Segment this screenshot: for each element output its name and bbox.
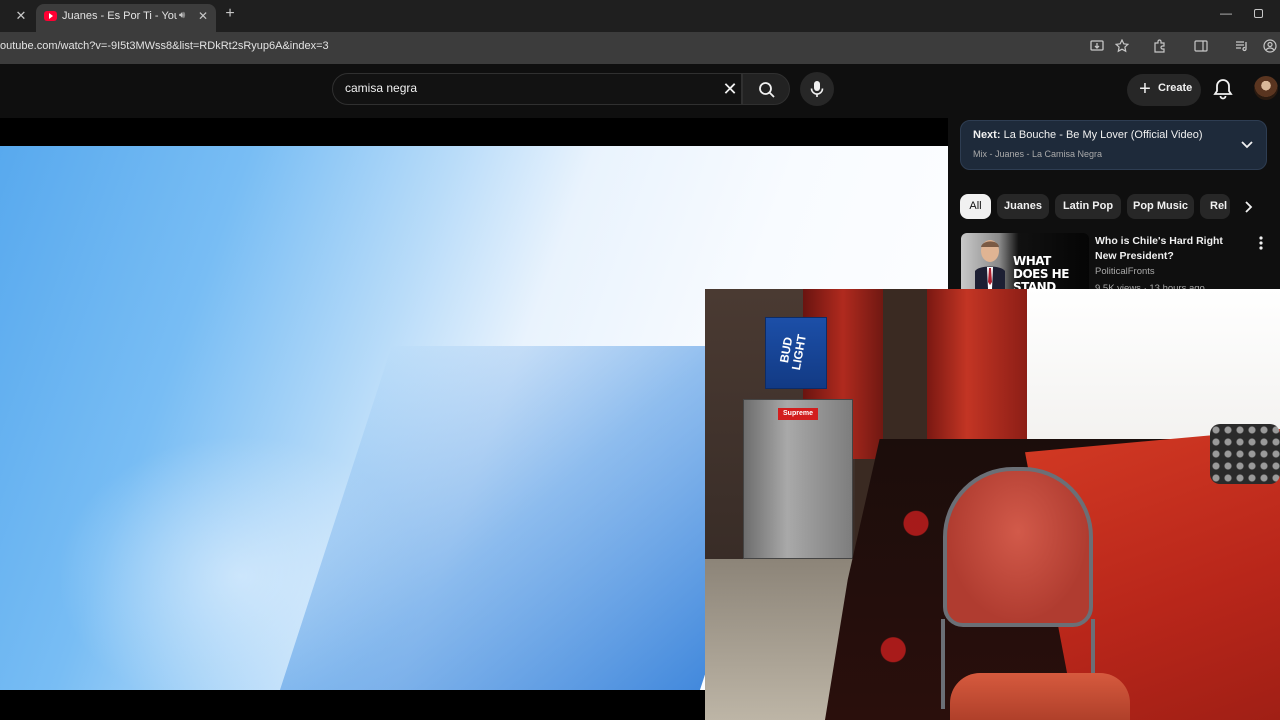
notifications-bell-icon[interactable] bbox=[1212, 77, 1234, 101]
beer-box-label: BUD LIGHT bbox=[777, 333, 810, 372]
microphone-icon bbox=[810, 81, 824, 97]
browser-tab-strip: ✕ Juanes - Es Por Ti - YouTube 🔊︎ ✕ + — bbox=[0, 0, 1280, 32]
install-app-icon[interactable] bbox=[1089, 39, 1105, 55]
webcam-mini-fridge: Supreme bbox=[743, 399, 853, 559]
chevron-right-icon[interactable] bbox=[1240, 198, 1256, 216]
bookmark-star-icon[interactable] bbox=[1114, 38, 1130, 55]
youtube-header: camisa negra ✕ + Create bbox=[0, 64, 1280, 118]
restore-window-icon[interactable] bbox=[1254, 9, 1263, 18]
browser-toolbar: outube.com/watch?v=-9I5t3MWss8&list=RDkR… bbox=[0, 32, 1280, 64]
filter-chips: All Juanes Latin Pop Pop Music Rel bbox=[960, 194, 1260, 220]
media-controls-icon[interactable] bbox=[1234, 39, 1250, 55]
search-box[interactable]: camisa negra ✕ bbox=[332, 73, 742, 105]
webcam-beer-box: BUD LIGHT bbox=[765, 317, 827, 389]
search-icon bbox=[759, 82, 775, 98]
recommendation-channel[interactable]: PoliticalFronts bbox=[1095, 266, 1245, 280]
plus-icon: + bbox=[1139, 78, 1151, 100]
profile-icon[interactable] bbox=[1262, 39, 1278, 55]
minimize-window-icon[interactable]: — bbox=[1218, 6, 1234, 24]
clear-search-icon[interactable]: ✕ bbox=[720, 78, 740, 100]
up-next-prefix: Next: bbox=[973, 129, 1001, 141]
new-tab-button[interactable]: + bbox=[221, 5, 239, 25]
up-next-playlist-name: Mix - Juanes - La Camisa Negra bbox=[973, 149, 1103, 159]
close-icon[interactable]: ✕ bbox=[12, 7, 30, 25]
webcam-chair-back bbox=[943, 467, 1093, 627]
webcam-pillow bbox=[1210, 424, 1280, 484]
up-next-playlist-card[interactable]: Next: La Bouche - Be My Lover (Official … bbox=[960, 120, 1267, 170]
fridge-sticker: Supreme bbox=[778, 408, 818, 420]
chip-related[interactable]: Rel bbox=[1200, 194, 1230, 219]
avatar[interactable] bbox=[1254, 76, 1278, 100]
tab-title: Juanes - Es Por Ti - YouTube bbox=[62, 10, 177, 22]
recommendation-thumbnail[interactable]: WHAT DOES HE STAND FOR? bbox=[961, 233, 1089, 289]
up-next-video-title: La Bouche - Be My Lover (Official Video) bbox=[1003, 129, 1203, 141]
extensions-icon[interactable] bbox=[1152, 39, 1168, 55]
screen: ✕ Juanes - Es Por Ti - YouTube 🔊︎ ✕ + — … bbox=[0, 0, 1280, 720]
address-bar[interactable]: outube.com/watch?v=-9I5t3MWss8&list=RDkR… bbox=[0, 40, 700, 56]
chip-latin-pop[interactable]: Latin Pop bbox=[1055, 194, 1121, 219]
search-button[interactable] bbox=[742, 73, 790, 105]
create-label: Create bbox=[1158, 82, 1193, 94]
person-thumbnail-image bbox=[975, 240, 1005, 289]
webcam-curtain-right bbox=[927, 289, 1027, 449]
tab-close-icon[interactable]: ✕ bbox=[196, 9, 210, 25]
webcam-overlay: BUD LIGHT Supreme bbox=[705, 289, 1280, 720]
chip-all[interactable]: All bbox=[960, 194, 991, 219]
audio-playing-icon[interactable]: 🔊︎ bbox=[179, 10, 193, 24]
voice-search-button[interactable] bbox=[800, 72, 834, 106]
search-input[interactable]: camisa negra bbox=[345, 81, 705, 99]
youtube-favicon-icon bbox=[44, 11, 57, 21]
recommendation-title[interactable]: Who is Chile's Hard Right New President? bbox=[1095, 234, 1245, 266]
webcam-window bbox=[1027, 289, 1280, 439]
chevron-down-icon[interactable] bbox=[1239, 135, 1255, 153]
thumbnail-caption: WHAT DOES HE STAND FOR? bbox=[1013, 254, 1069, 290]
webcam-chair-seat bbox=[950, 673, 1130, 720]
more-options-icon[interactable] bbox=[1253, 234, 1269, 252]
up-next-title: Next: La Bouche - Be My Lover (Official … bbox=[973, 129, 1233, 145]
chip-juanes[interactable]: Juanes bbox=[997, 194, 1049, 219]
chip-pop-music[interactable]: Pop Music bbox=[1127, 194, 1194, 219]
side-panel-icon[interactable] bbox=[1193, 39, 1209, 55]
create-button[interactable]: + Create bbox=[1127, 74, 1201, 106]
browser-tab-active[interactable]: Juanes - Es Por Ti - YouTube 🔊︎ ✕ bbox=[36, 4, 216, 32]
